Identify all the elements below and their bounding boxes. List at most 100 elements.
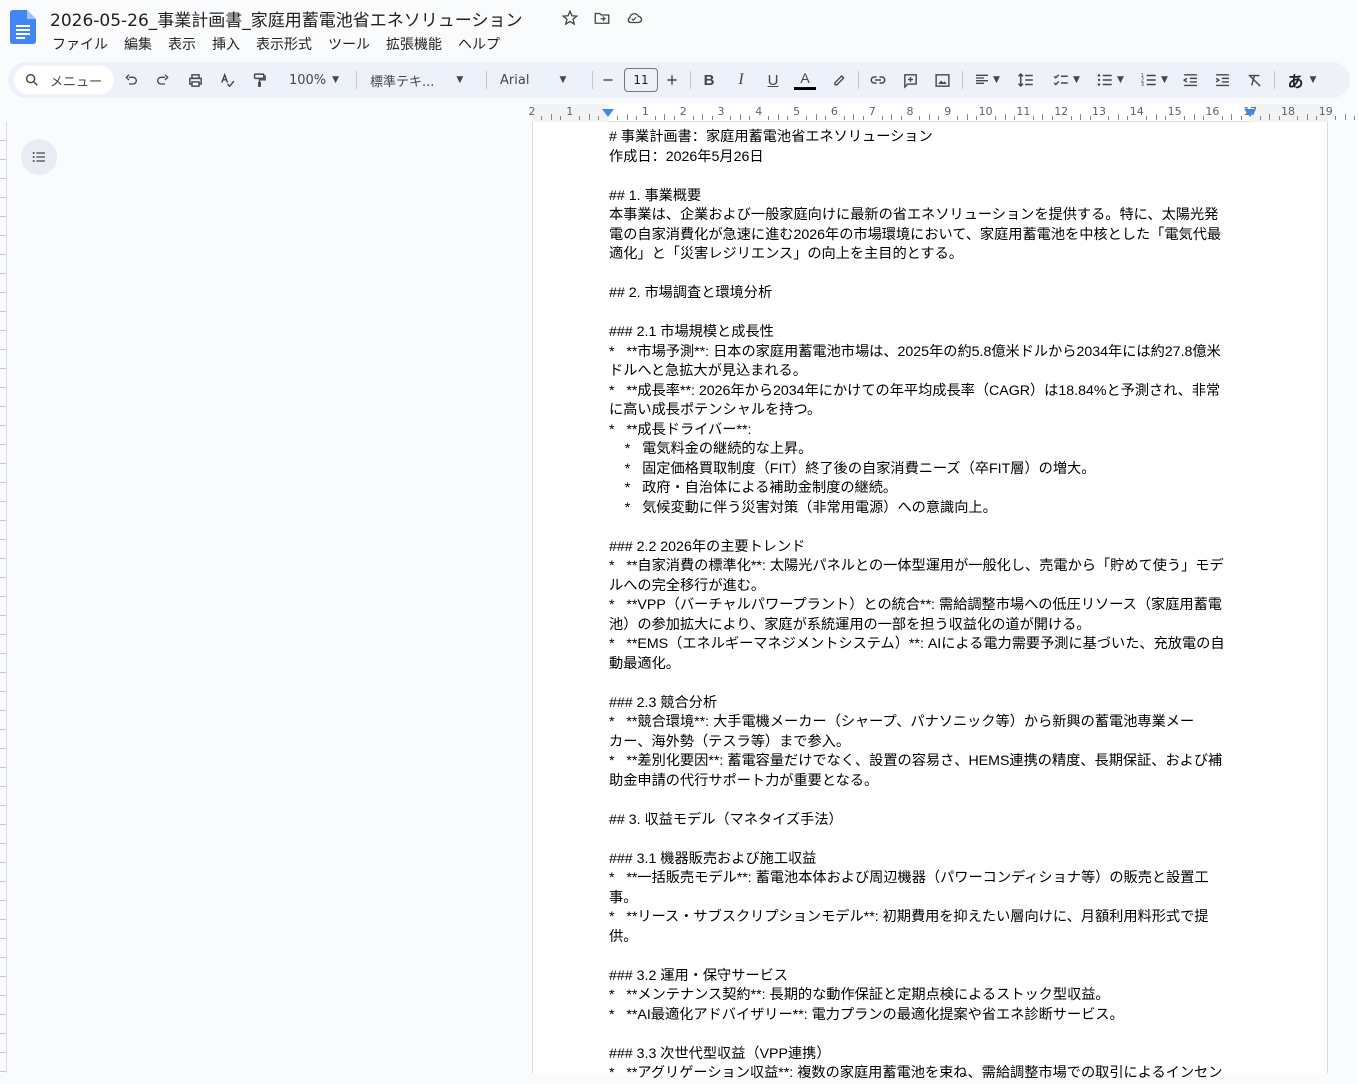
menu-search-input[interactable]: メニュー [14, 66, 114, 94]
numbered-list-icon[interactable]: 1 2 3 ▼ [1134, 62, 1174, 98]
document-line[interactable] [609, 1025, 1249, 1045]
document-line[interactable]: * 電気料金の継続的な上昇。 [609, 440, 1249, 460]
decrease-font-size-button[interactable] [598, 62, 618, 98]
font-family-select[interactable]: Arial ▼ [494, 62, 582, 98]
document-line[interactable]: * **成長ドライバー**: [609, 421, 1249, 441]
spellcheck-icon[interactable] [216, 62, 238, 98]
document-outline-button[interactable] [21, 139, 57, 175]
paint-format-icon[interactable] [248, 62, 270, 98]
italic-icon[interactable]: I [730, 62, 752, 98]
document-line[interactable]: * **メンテナンス契約**: 長期的な動作保証と定期点検によるストック型収益。 [609, 986, 1249, 1006]
document-line[interactable]: * **アグリゲーション収益**: 複数の家庭用蓄電池を束ね、需給調整市場での取… [609, 1064, 1249, 1084]
document-line[interactable]: ## 1. 事業概要 [609, 187, 1249, 207]
highlight-color-icon[interactable] [828, 62, 850, 98]
insert-image-icon[interactable] [930, 62, 954, 98]
undo-icon[interactable] [120, 62, 142, 98]
document-line[interactable]: ### 2.3 競合分析 [609, 694, 1249, 714]
zoom-select[interactable]: 100% ▼ [278, 62, 350, 98]
document-line[interactable]: カー、海外勢（テスラ等）まで参入。 [609, 733, 1249, 753]
document-line[interactable]: * 固定価格買取制度（FIT）終了後の自家消費ニーズ（卒FIT層）の増大。 [609, 460, 1249, 480]
docs-logo-icon[interactable] [10, 10, 36, 44]
star-icon[interactable] [560, 8, 580, 28]
insert-link-icon[interactable] [866, 62, 890, 98]
document-line[interactable]: * 政府・自治体による補助金制度の継続。 [609, 479, 1249, 499]
document-title[interactable]: 2026-05-26_事業計画書_家庭用蓄電池省エネソリューション [50, 6, 522, 31]
increase-font-size-button[interactable] [662, 62, 682, 98]
document-line[interactable]: ### 3.1 機器販売および施工収益 [609, 850, 1249, 870]
bold-icon[interactable]: B [698, 62, 720, 98]
document-line[interactable] [609, 518, 1249, 538]
ruler-tick [1127, 116, 1129, 120]
document-page[interactable]: # 事業計画書：家庭用蓄電池省エネソリューション 作成日：2026年5月26日 ##… [532, 122, 1328, 1081]
document-line[interactable]: ### 3.3 次世代型収益（VPP連携） [609, 1045, 1249, 1065]
checklist-icon[interactable]: ▼ [1046, 62, 1086, 98]
document-line[interactable]: * **VPP（バーチャルパワープラント）との統合**: 需給調整市場への低圧リ… [609, 596, 1249, 616]
paragraph-style-select[interactable]: 標準テキ... ▼ [364, 62, 476, 98]
menu-help[interactable]: ヘルプ [450, 32, 508, 56]
document-line[interactable] [609, 265, 1249, 285]
line-spacing-icon[interactable] [1014, 62, 1038, 98]
document-line[interactable]: ### 3.2 運用・保守サービス [609, 967, 1249, 987]
document-line[interactable]: * **EMS（エネルギーマネジメントシステム）**: AIによる電力需要予測に… [609, 635, 1249, 655]
menu-edit[interactable]: 編集 [116, 32, 160, 56]
document-line[interactable]: 適化」と「災害レジリエンス」の向上を主目的とする。 [609, 245, 1249, 265]
print-icon[interactable] [184, 62, 206, 98]
document-line[interactable] [609, 830, 1249, 850]
document-line[interactable]: * **差別化要因**: 蓄電容量だけでなく、設置の容易さ、HEMS連携の精度、… [609, 752, 1249, 772]
menu-insert[interactable]: 挿入 [204, 32, 248, 56]
ruler[interactable]: 2 1 1 2 3 4 5 6 7 8 9 10 11 12 13 14 15 16 17 18 19 [529, 104, 1356, 122]
menu-extensions[interactable]: 拡張機能 [378, 32, 450, 56]
underline-icon[interactable]: U [762, 62, 784, 98]
document-line[interactable]: * **一括販売モデル**: 蓄電池本体および周辺機器（パワーコンディショナ等）… [609, 869, 1249, 889]
document-line[interactable]: ### 2.1 市場規模と成長性 [609, 323, 1249, 343]
document-line[interactable]: * **リース・サブスクリプションモデル**: 初期費用を抑えたい層向けに、月額… [609, 908, 1249, 928]
document-line[interactable]: * **競合環境**: 大手電機メーカー（シャープ、パナソニック等）から新興の蓄… [609, 713, 1249, 733]
document-line[interactable]: # 事業計画書：家庭用蓄電池省エネソリューション [609, 128, 1249, 148]
document-line[interactable]: 事。 [609, 889, 1249, 909]
document-line[interactable] [609, 304, 1249, 324]
add-comment-icon[interactable] [898, 62, 922, 98]
document-line[interactable]: 本事業は、企業および一般家庭向けに最新の省エネソリューションを提供する。特に、太… [609, 206, 1249, 226]
document-line[interactable] [609, 791, 1249, 811]
text-color-icon[interactable]: A [792, 62, 818, 98]
document-line[interactable]: * **成長率**: 2026年から2034年にかけての年平均成長率（CAGR）… [609, 382, 1249, 402]
document-line[interactable]: * 気候変動に伴う災害対策（非常用電源）への意識向上。 [609, 499, 1249, 519]
document-line[interactable]: ドルへと急拡大が見込まれる。 [609, 362, 1249, 382]
document-line[interactable]: 作成日：2026年5月26日 [609, 148, 1249, 168]
increase-indent-icon[interactable] [1210, 62, 1234, 98]
document-line[interactable]: ルへの完全移行が進む。 [609, 577, 1249, 597]
document-line[interactable]: 供。 [609, 928, 1249, 948]
document-line[interactable]: ### 2.2 2026年の主要トレンド [609, 538, 1249, 558]
document-line[interactable] [609, 674, 1249, 694]
font-size-input[interactable]: 11 [624, 68, 658, 92]
document-line[interactable]: 動最適化。 [609, 655, 1249, 675]
document-line[interactable] [609, 947, 1249, 967]
decrease-indent-icon[interactable] [1178, 62, 1202, 98]
document-line[interactable]: * **市場予測**: 日本の家庭用蓄電池市場は、2025年の約5.8億米ドルか… [609, 343, 1249, 363]
menu-file[interactable]: ファイル [44, 32, 116, 56]
ruler-tick [815, 114, 817, 120]
move-folder-icon[interactable] [592, 8, 612, 28]
bulleted-list-icon[interactable]: ▼ [1090, 62, 1130, 98]
input-tools-select[interactable]: あ ▼ [1282, 62, 1322, 98]
document-line[interactable]: 助金申請の代行サポート力が重要となる。 [609, 772, 1249, 792]
document-line[interactable]: * **自家消費の標準化**: 太陽光パネルとの一体型運用が一般化し、売電から「… [609, 557, 1249, 577]
document-line[interactable] [609, 167, 1249, 187]
document-line[interactable]: ## 3. 収益モデル（マネタイズ手法） [609, 811, 1249, 831]
right-indent-marker[interactable] [1244, 109, 1256, 117]
document-line[interactable]: * **AI最適化アドバイザリー**: 電力プランの最適化提案や省エネ診断サービ… [609, 1006, 1249, 1026]
menu-tools[interactable]: ツール [320, 32, 378, 56]
document-line[interactable]: ## 2. 市場調査と環境分析 [609, 284, 1249, 304]
document-line[interactable]: に高い成長ポテンシャルを持つ。 [609, 401, 1249, 421]
clear-formatting-icon[interactable] [1242, 62, 1266, 98]
document-line[interactable]: 電の自家消費化が急速に進む2026年の市場環境において、家庭用蓄電池を中核とした… [609, 226, 1249, 246]
menu-format[interactable]: 表示形式 [248, 32, 320, 56]
redo-icon[interactable] [152, 62, 174, 98]
document-line[interactable]: 池）の参加拡大により、家庭が系統運用の一部を担う収益化の道が開ける。 [609, 616, 1249, 636]
align-icon[interactable]: ▼ [970, 62, 1004, 98]
menu-view[interactable]: 表示 [160, 32, 204, 56]
cloud-saved-icon[interactable] [624, 8, 644, 28]
document-body[interactable]: # 事業計画書：家庭用蓄電池省エネソリューション 作成日：2026年5月26日 ##… [609, 128, 1249, 1084]
left-indent-marker[interactable] [602, 109, 614, 117]
ruler-tick [1231, 114, 1233, 120]
